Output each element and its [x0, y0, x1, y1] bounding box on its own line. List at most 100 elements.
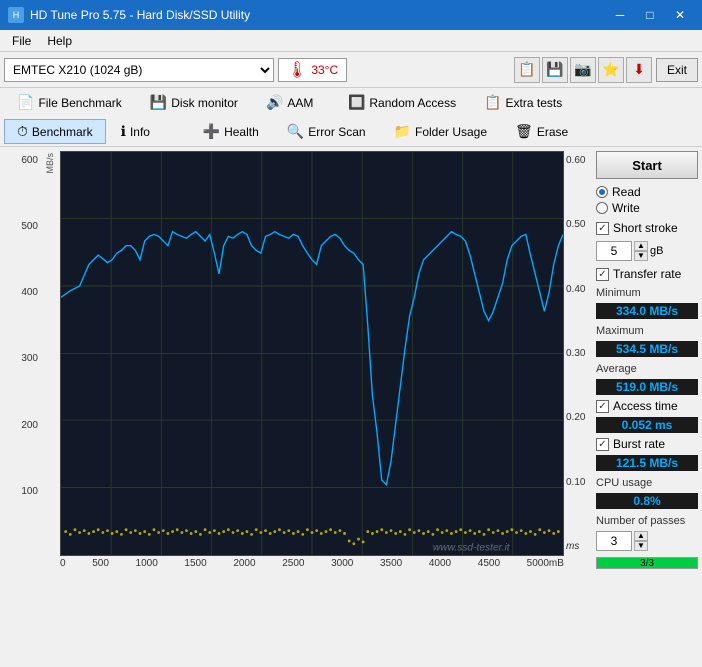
y-axis-right: 0.60 0.50 0.40 0.30 0.20 0.10 ms — [564, 151, 592, 556]
tab-folder-usage[interactable]: 📁 Folder Usage — [381, 119, 500, 144]
access-time-checkbox[interactable] — [596, 400, 609, 413]
y-right-0.10: 0.10 — [566, 477, 585, 488]
tab-random-access[interactable]: 🔲 Random Access — [335, 90, 469, 115]
radio-read[interactable]: Read — [596, 185, 698, 199]
menu-file[interactable]: File — [4, 32, 39, 50]
title-bar: H HD Tune Pro 5.75 - Hard Disk/SSD Utili… — [0, 0, 702, 30]
short-stroke-decrement[interactable]: ▼ — [634, 251, 648, 261]
cpu-usage-value: 0.8% — [596, 493, 698, 509]
y-unit-label: MB/s — [45, 153, 55, 174]
y-right-0.60: 0.60 — [566, 155, 585, 166]
transfer-rate-checkbox-row[interactable]: Transfer rate — [596, 267, 698, 281]
chart-plot-area: www.ssd-tester.it — [60, 151, 564, 556]
x-label-5000: 5000mB — [527, 558, 564, 569]
minimum-value: 334.0 MB/s — [596, 303, 698, 319]
tab-extra-tests[interactable]: 📋 Extra tests — [471, 90, 575, 115]
burst-rate-label: Burst rate — [613, 437, 665, 451]
toolbar-icon-2[interactable]: 💾 — [542, 57, 568, 83]
x-label-3500: 3500 — [380, 558, 402, 569]
drive-select[interactable]: EMTEC X210 (1024 gB) — [4, 58, 274, 82]
passes-spinbuttons: ▲ ▼ — [634, 531, 648, 551]
x-label-1000: 1000 — [136, 558, 158, 569]
aam-icon: 🔊 — [266, 94, 283, 111]
average-value: 519.0 MB/s — [596, 379, 698, 395]
progress-bar-container: 3/3 — [596, 557, 698, 569]
svg-text:www.ssd-tester.it: www.ssd-tester.it — [433, 542, 511, 553]
radio-write-circle — [596, 202, 608, 214]
chart-container: 600 500 400 300 200 100 MB/s — [4, 151, 592, 569]
short-stroke-label: Short stroke — [613, 221, 678, 235]
y-label-500: 500 — [21, 221, 38, 232]
x-label-0: 0 — [60, 558, 66, 569]
disk-monitor-icon: 💾 — [150, 94, 167, 111]
tab-erase-label: Erase — [537, 125, 568, 139]
burst-rate-checkbox[interactable] — [596, 438, 609, 451]
passes-increment[interactable]: ▲ — [634, 531, 648, 541]
y-axis-left: 600 500 400 300 200 100 — [4, 151, 40, 556]
short-stroke-checkbox[interactable] — [596, 222, 609, 235]
app-icon: H — [8, 7, 24, 23]
x-label-500: 500 — [92, 558, 109, 569]
minimize-button[interactable]: ─ — [606, 5, 634, 25]
radio-group-mode: Read Write — [596, 183, 698, 217]
title-bar-text: HD Tune Pro 5.75 - Hard Disk/SSD Utility — [30, 8, 250, 22]
access-time-checkbox-row[interactable]: Access time — [596, 399, 698, 413]
access-time-label: Access time — [613, 399, 678, 413]
tab-file-benchmark-label: File Benchmark — [38, 96, 121, 110]
toolbar-icon-3[interactable]: 📷 — [570, 57, 596, 83]
transfer-rate-checkbox[interactable] — [596, 268, 609, 281]
tab-error-scan[interactable]: 🔍 Error Scan — [274, 119, 379, 144]
burst-rate-value: 121.5 MB/s — [596, 455, 698, 471]
toolbar-icon-4[interactable]: ⭐ — [598, 57, 624, 83]
tab-extra-tests-label: Extra tests — [506, 96, 563, 110]
error-scan-icon: 🔍 — [287, 123, 304, 140]
x-label-2500: 2500 — [282, 558, 304, 569]
toolbar-icon-5[interactable]: ⬇ — [626, 57, 652, 83]
toolbar-icon-1[interactable]: 📋 — [514, 57, 540, 83]
y-right-unit: ms — [566, 541, 579, 552]
x-axis-labels: 0 500 1000 1500 2000 2500 3000 3500 4000… — [60, 556, 564, 569]
y-right-0.20: 0.20 — [566, 412, 585, 423]
tab-info[interactable]: ℹ Info — [108, 119, 188, 144]
tab-disk-monitor-label: Disk monitor — [171, 96, 238, 110]
short-stroke-increment[interactable]: ▲ — [634, 241, 648, 251]
y-label-200: 200 — [21, 420, 38, 431]
short-stroke-spinbuttons: ▲ ▼ — [634, 241, 648, 261]
tab-health[interactable]: ➕ Health — [190, 119, 272, 144]
short-stroke-checkbox-row[interactable]: Short stroke — [596, 221, 698, 235]
window-controls: ─ □ ✕ — [606, 5, 694, 25]
passes-input[interactable] — [596, 531, 632, 551]
passes-decrement[interactable]: ▼ — [634, 541, 648, 551]
radio-write[interactable]: Write — [596, 201, 698, 215]
temperature-value: 33°C — [311, 63, 338, 77]
chart-with-axes: 600 500 400 300 200 100 MB/s — [4, 151, 592, 556]
transfer-rate-label: Transfer rate — [613, 267, 681, 281]
exit-button[interactable]: Exit — [656, 58, 698, 82]
x-label-1500: 1500 — [184, 558, 206, 569]
start-button[interactable]: Start — [596, 151, 698, 179]
progress-label: 3/3 — [597, 558, 697, 569]
burst-rate-checkbox-row[interactable]: Burst rate — [596, 437, 698, 451]
radio-read-label: Read — [612, 185, 641, 199]
tab-disk-monitor[interactable]: 💾 Disk monitor — [137, 90, 251, 115]
cpu-usage-label: CPU usage — [596, 477, 698, 489]
x-label-2000: 2000 — [233, 558, 255, 569]
short-stroke-input[interactable] — [596, 241, 632, 261]
maximize-button[interactable]: □ — [636, 5, 664, 25]
short-stroke-unit: gB — [650, 245, 663, 257]
info-icon: ℹ — [121, 123, 126, 140]
x-label-3000: 3000 — [331, 558, 353, 569]
tab-random-access-label: Random Access — [369, 96, 456, 110]
extra-tests-icon: 📋 — [484, 94, 501, 111]
radio-read-circle — [596, 186, 608, 198]
y-right-0.30: 0.30 — [566, 348, 585, 359]
erase-icon: 🗑 — [515, 123, 533, 140]
menu-help[interactable]: Help — [39, 32, 80, 50]
tab-benchmark[interactable]: ⏱ Benchmark — [4, 119, 106, 144]
benchmark-icon: ⏱ — [17, 123, 28, 140]
tab-erase[interactable]: 🗑 Erase — [502, 119, 582, 144]
close-button[interactable]: ✕ — [666, 5, 694, 25]
health-icon: ➕ — [203, 123, 220, 140]
tab-aam[interactable]: 🔊 AAM — [253, 90, 333, 115]
tab-file-benchmark[interactable]: 📄 File Benchmark — [4, 90, 135, 115]
